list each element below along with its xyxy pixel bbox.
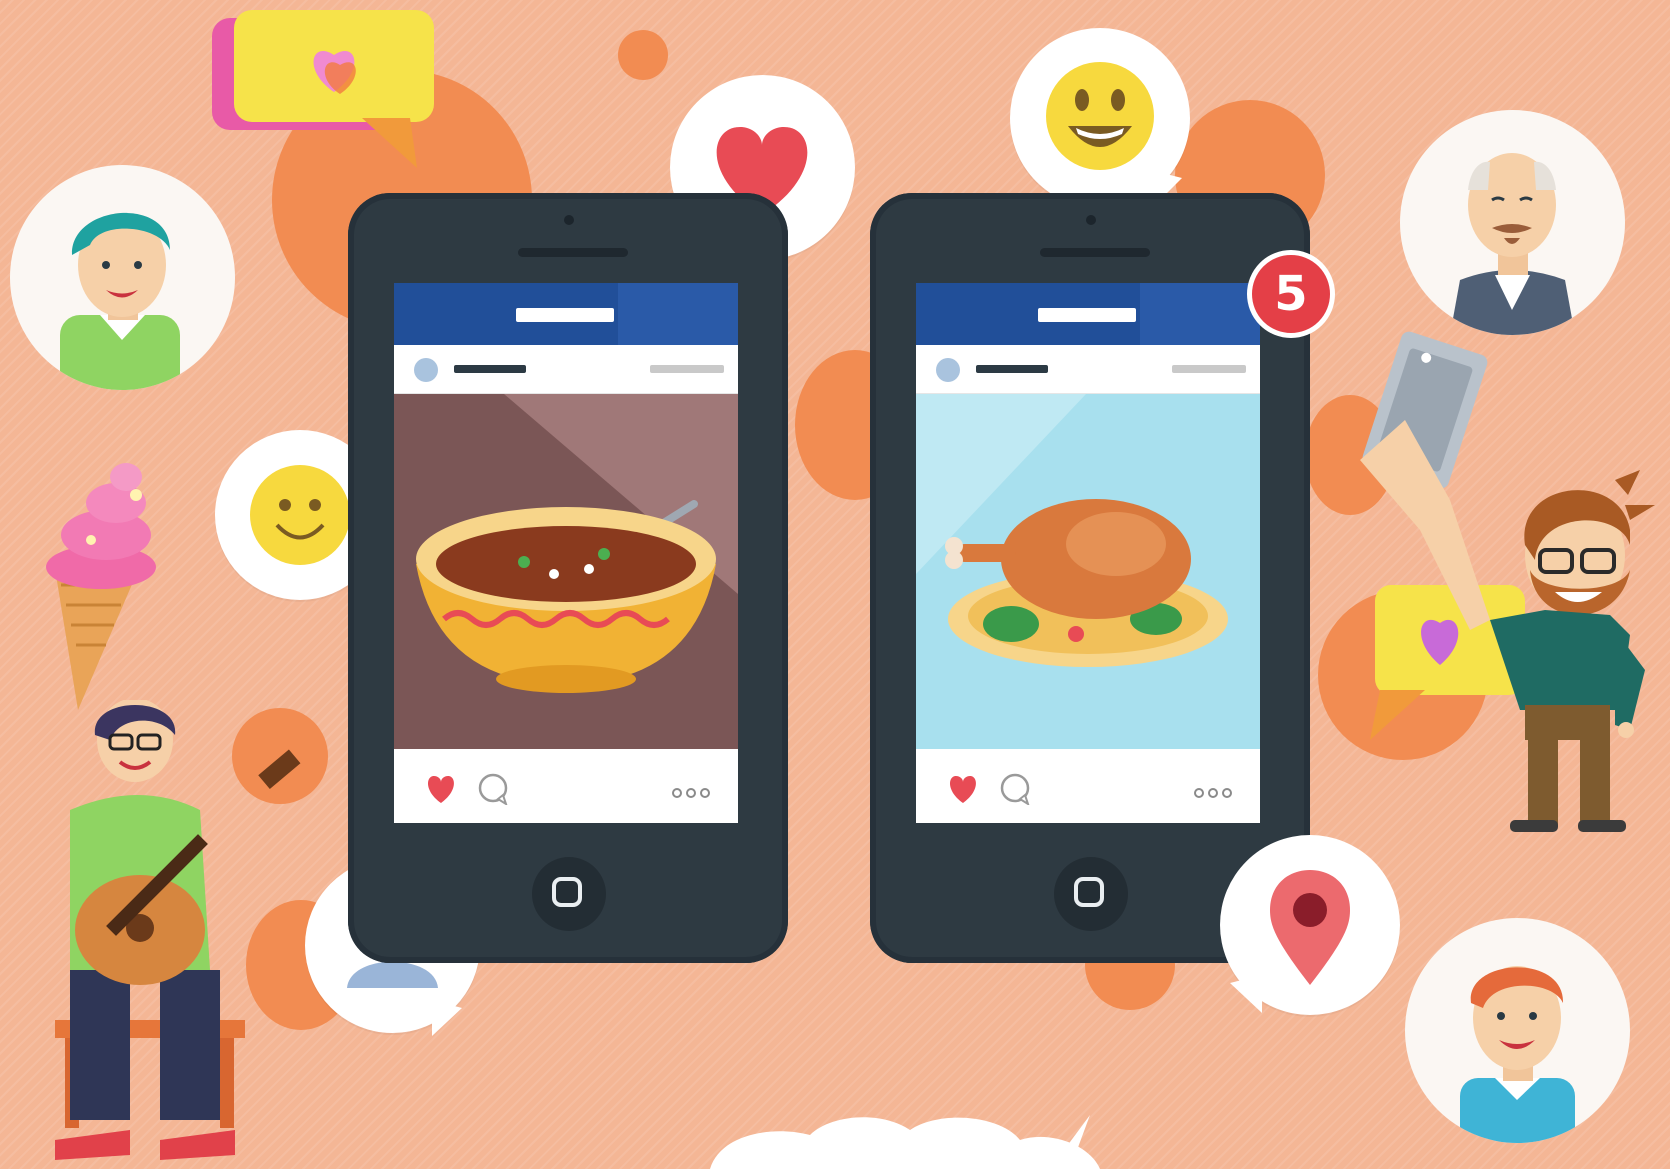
social-media-illustration: 5 xyxy=(0,0,1670,1169)
post-time-placeholder xyxy=(650,365,724,373)
phone-screen xyxy=(394,283,738,823)
post-avatar[interactable] xyxy=(414,358,438,382)
post-username-placeholder[interactable] xyxy=(976,365,1048,373)
post-username-placeholder[interactable] xyxy=(454,365,526,373)
more-dots-icon[interactable] xyxy=(1190,785,1232,803)
post-header xyxy=(916,345,1260,394)
avatar-man-green-shirt xyxy=(10,165,235,390)
phone-left xyxy=(348,193,788,963)
app-bar-title-placeholder xyxy=(1038,308,1136,322)
post-time-placeholder xyxy=(1172,365,1246,373)
home-button-icon xyxy=(1074,877,1104,907)
comment-bubble-icon[interactable] xyxy=(476,773,510,805)
post-header xyxy=(394,345,738,394)
bubble-tail xyxy=(1230,975,1262,1013)
ice-cream-icon xyxy=(46,463,156,710)
post-actions xyxy=(916,749,1260,823)
home-button-icon xyxy=(552,877,582,907)
app-bar-shade xyxy=(1140,283,1260,345)
guitar-player-character xyxy=(55,700,301,1160)
heart-icon[interactable] xyxy=(422,773,460,805)
man-avatar-icon xyxy=(1460,966,1575,1143)
post-avatar[interactable] xyxy=(936,358,960,382)
app-bar-title-placeholder xyxy=(516,308,614,322)
post-image[interactable] xyxy=(394,394,738,749)
app-bar xyxy=(916,283,1260,345)
avatar-old-man xyxy=(1400,110,1625,335)
phone-camera xyxy=(564,215,574,225)
home-button[interactable] xyxy=(532,857,606,931)
bottom-speech-cloud xyxy=(710,1115,1100,1169)
selfie-character xyxy=(1360,331,1655,832)
phone-screen xyxy=(916,283,1260,823)
phone-speaker xyxy=(518,248,628,257)
more-dots-icon[interactable] xyxy=(668,785,710,803)
soup-bowl-icon xyxy=(416,394,738,693)
roast-chicken-icon xyxy=(916,394,1228,667)
heart-icon[interactable] xyxy=(944,773,982,805)
phone-camera xyxy=(1086,215,1096,225)
notification-badge[interactable]: 5 xyxy=(1247,250,1335,338)
comment-bubble-icon[interactable] xyxy=(998,773,1032,805)
post-image[interactable] xyxy=(916,394,1260,749)
app-bar-shade xyxy=(618,283,738,345)
decor-circle xyxy=(618,30,668,80)
phone-speaker xyxy=(1040,248,1150,257)
avatar-boy-red-hair xyxy=(1405,918,1630,1143)
home-button[interactable] xyxy=(1054,857,1128,931)
post-actions xyxy=(394,749,738,823)
chat-heart-sticker-icon xyxy=(212,10,434,168)
bubble-tail xyxy=(432,1000,462,1036)
man-avatar-icon xyxy=(60,212,180,390)
man-avatar-icon xyxy=(1450,153,1575,335)
app-bar xyxy=(394,283,738,345)
